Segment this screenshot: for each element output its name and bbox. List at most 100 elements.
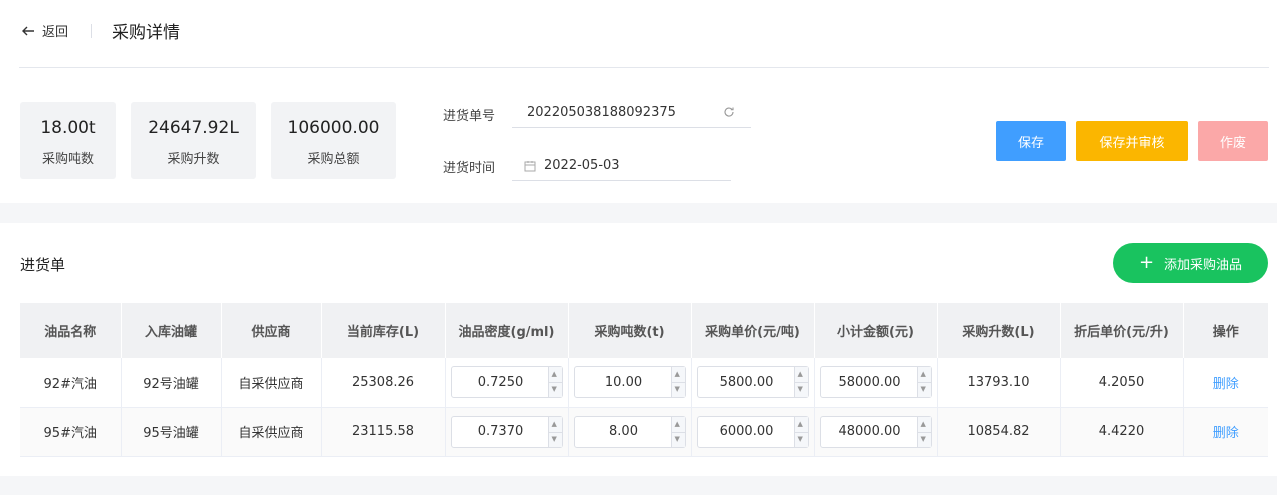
date-label: 进货时间	[443, 161, 496, 176]
unit-price-input[interactable]: 5800.00 ▲ ▼	[696, 366, 809, 399]
table-header-row: 油品名称 入库油罐 供应商 当前库存(L) 油品密度(g/ml) 采购吨数(t)…	[20, 303, 1268, 358]
chevron-down-icon[interactable]: ▼	[552, 386, 557, 393]
stat-label: 采购升数	[167, 152, 220, 167]
column-header: 入库油罐	[121, 303, 222, 358]
page-title: 采购详情	[112, 23, 180, 43]
chevron-down-icon[interactable]: ▼	[798, 435, 803, 443]
subtotal-value: 58000.00	[838, 374, 901, 390]
back-label: 返回	[42, 25, 69, 40]
cell-oil-name: 92#汽油	[20, 358, 122, 408]
calendar-icon	[524, 160, 536, 171]
stat-total: 106000.00 采购总额	[271, 102, 396, 179]
column-header: 采购单价(元/吨)	[691, 303, 815, 358]
chevron-up-icon[interactable]: ▲	[798, 420, 803, 428]
cell-action: 删除	[1183, 358, 1268, 408]
section-title: 进货单	[20, 256, 66, 274]
stat-value: 106000.00	[287, 118, 380, 138]
stepper[interactable]: ▲ ▼	[670, 416, 685, 447]
save-button[interactable]: 保存	[996, 121, 1066, 161]
chevron-up-icon[interactable]: ▲	[552, 420, 557, 428]
column-header: 采购吨数(t)	[568, 303, 692, 358]
stat-value: 24647.92L	[148, 118, 239, 138]
stepper[interactable]: ▲ ▼	[916, 367, 931, 398]
plus-icon: +	[1138, 252, 1155, 273]
cell-liters: 10854.82	[937, 407, 1061, 457]
purchase-table: 油品名称 入库油罐 供应商 当前库存(L) 油品密度(g/ml) 采购吨数(t)…	[20, 303, 1268, 457]
chevron-up-icon[interactable]: ▲	[921, 371, 926, 378]
delete-link[interactable]: 删除	[1213, 377, 1239, 392]
column-header: 采购升数(L)	[937, 303, 1061, 358]
cell-liters: 13793.10	[937, 358, 1061, 408]
cell-unit-price: 5800.00 ▲ ▼	[691, 358, 815, 408]
subtotal-input[interactable]: 48000.00 ▲ ▼	[819, 415, 932, 448]
tons-input[interactable]: 8.00 ▲ ▼	[573, 415, 686, 448]
cell-action: 删除	[1183, 407, 1268, 457]
column-header: 折后单价(元/升)	[1060, 303, 1184, 358]
stat-liters: 24647.92L 采购升数	[131, 102, 256, 179]
stepper[interactable]: ▲ ▼	[670, 367, 685, 398]
column-header: 当前库存(L)	[321, 303, 446, 358]
cell-stock: 25308.26	[321, 358, 446, 408]
date-value: 2022-05-03	[544, 158, 620, 173]
header-divider	[91, 24, 92, 38]
cell-supplier: 自采供应商	[221, 358, 322, 408]
order-no-value: 202205038188092375	[527, 105, 676, 120]
unit-price-value: 5800.00	[719, 374, 774, 390]
cell-unit-price: 6000.00 ▲ ▼	[691, 407, 815, 457]
cell-density: 0.7250 ▲ ▼	[445, 358, 569, 408]
refresh-icon[interactable]	[723, 106, 735, 118]
table-row: 92#汽油 92号油罐 自采供应商 25308.26 0.7250 ▲ ▼ 10.…	[20, 358, 1268, 408]
stepper[interactable]: ▲ ▼	[793, 367, 808, 398]
cell-density: 0.7370 ▲ ▼	[445, 407, 569, 457]
chevron-up-icon[interactable]: ▲	[675, 420, 680, 428]
density-input[interactable]: 0.7250 ▲ ▼	[450, 366, 563, 399]
unit-price-value: 6000.00	[719, 424, 774, 439]
stat-label: 采购总额	[307, 152, 360, 167]
chevron-up-icon[interactable]: ▲	[798, 371, 803, 378]
table-row: 95#汽油 95号油罐 自采供应商 23115.58 0.7370 ▲ ▼ 8.0…	[20, 407, 1268, 457]
subtotal-input[interactable]: 58000.00 ▲ ▼	[819, 366, 932, 399]
cell-discount-price: 4.4220	[1060, 407, 1184, 457]
chevron-down-icon[interactable]: ▼	[921, 386, 926, 393]
cell-tons: 10.00 ▲ ▼	[568, 358, 692, 408]
density-value: 0.7370	[477, 424, 524, 439]
tons-value: 10.00	[604, 374, 643, 390]
unit-price-input[interactable]: 6000.00 ▲ ▼	[696, 415, 809, 448]
chevron-up-icon[interactable]: ▲	[921, 420, 926, 428]
cell-oil-name: 95#汽油	[20, 407, 122, 457]
stepper[interactable]: ▲ ▼	[793, 416, 808, 447]
column-header: 油品名称	[20, 303, 122, 358]
tons-input[interactable]: 10.00 ▲ ▼	[573, 366, 686, 399]
column-header: 操作	[1183, 303, 1268, 358]
date-field[interactable]: 2022-05-03	[512, 151, 731, 181]
cell-subtotal: 48000.00 ▲ ▼	[814, 407, 938, 457]
header-separator	[19, 67, 1269, 68]
cell-stock: 23115.58	[321, 407, 446, 457]
stat-tons: 18.00t 采购吨数	[20, 102, 116, 179]
add-oil-label: 添加采购油品	[1164, 257, 1243, 273]
cell-tank: 95号油罐	[121, 407, 222, 457]
back-button[interactable]: 返回	[20, 21, 68, 40]
stepper[interactable]: ▲ ▼	[547, 416, 562, 447]
void-button[interactable]: 作废	[1198, 121, 1268, 161]
chevron-down-icon[interactable]: ▼	[921, 435, 926, 443]
stat-value: 18.00t	[40, 118, 96, 138]
chevron-down-icon[interactable]: ▼	[675, 386, 680, 393]
column-header: 供应商	[221, 303, 322, 358]
stepper[interactable]: ▲ ▼	[916, 416, 931, 447]
chevron-down-icon[interactable]: ▼	[552, 435, 557, 443]
chevron-up-icon[interactable]: ▲	[675, 371, 680, 378]
add-oil-button[interactable]: + 添加采购油品	[1113, 243, 1268, 283]
chevron-down-icon[interactable]: ▼	[675, 435, 680, 443]
order-no-field[interactable]: 202205038188092375	[512, 98, 751, 128]
stat-label: 采购吨数	[41, 152, 94, 167]
cell-tons: 8.00 ▲ ▼	[568, 407, 692, 457]
stepper[interactable]: ▲ ▼	[547, 367, 562, 398]
delete-link[interactable]: 删除	[1213, 426, 1239, 441]
chevron-up-icon[interactable]: ▲	[552, 371, 557, 378]
cell-discount-price: 4.2050	[1060, 358, 1184, 408]
save-audit-button[interactable]: 保存并审核	[1076, 121, 1188, 161]
chevron-down-icon[interactable]: ▼	[798, 386, 803, 393]
density-input[interactable]: 0.7370 ▲ ▼	[450, 415, 563, 448]
column-header: 小计金额(元)	[814, 303, 938, 358]
